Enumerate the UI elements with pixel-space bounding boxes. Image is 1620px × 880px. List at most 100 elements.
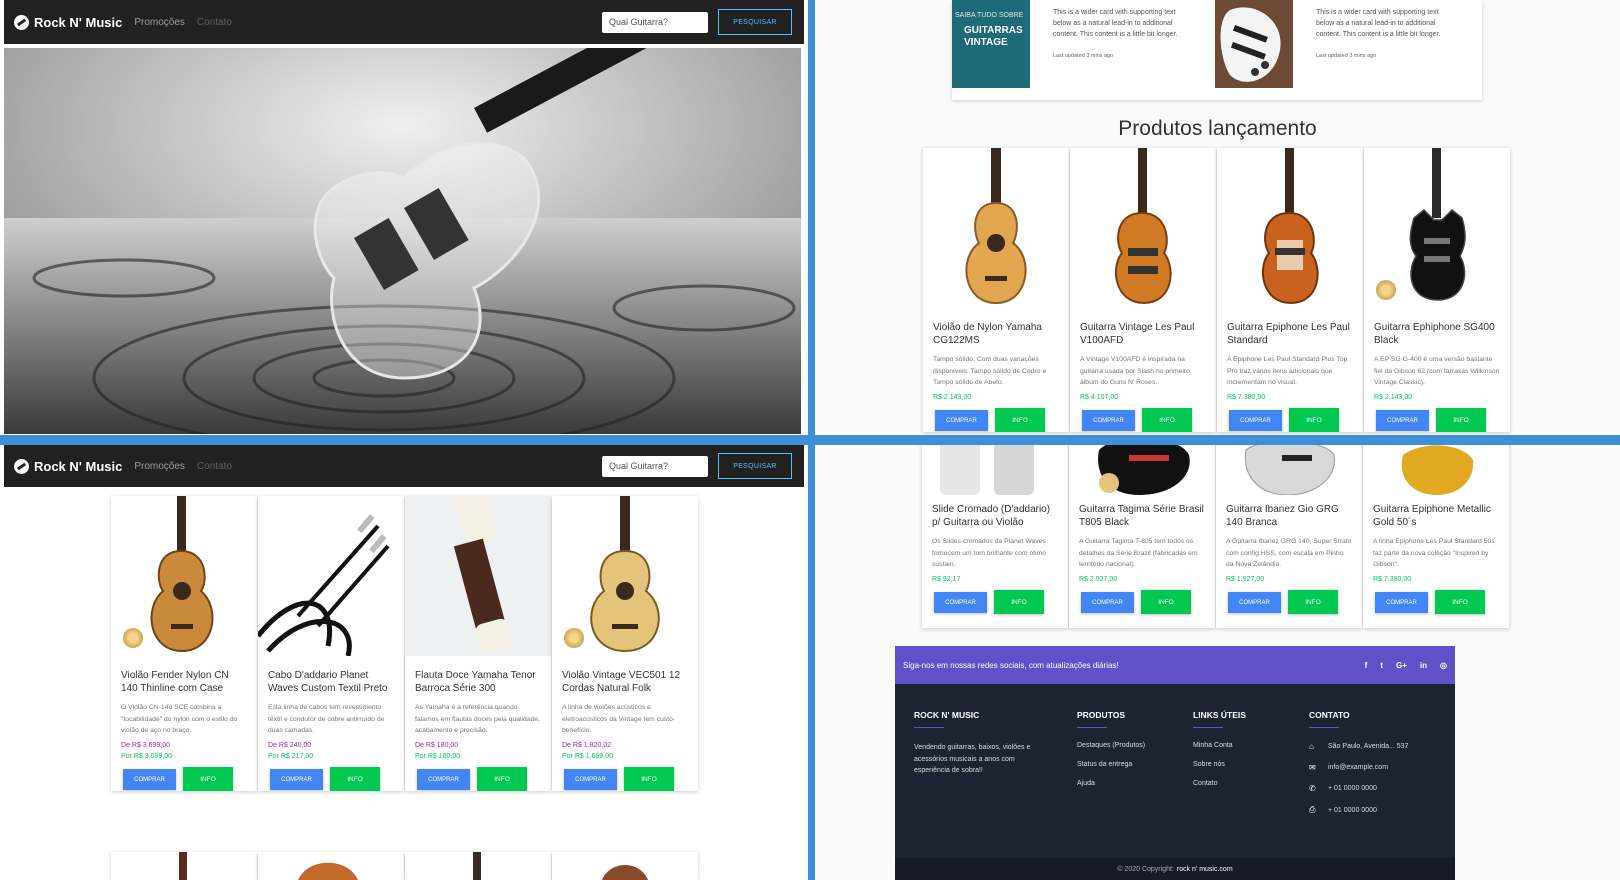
- nav-link-contato[interactable]: Contato: [197, 461, 232, 472]
- info-button[interactable]: INFO: [1289, 408, 1339, 432]
- product-price: R$ 7.380,00: [1227, 394, 1266, 401]
- footer-divider: [1193, 727, 1223, 728]
- product-card: Flauta Doce Yamaha Tenor Barroca Série 3…: [405, 496, 551, 791]
- info-button[interactable]: INFO: [1288, 590, 1338, 614]
- wide-card[interactable]: This is a wider card with supporting tex…: [1215, 0, 1478, 100]
- footer-link[interactable]: Ajuda: [1077, 780, 1145, 787]
- product-name[interactable]: Violão Fender Nylon CN 140 Thinline com …: [121, 669, 247, 696]
- product-price: R$ 7.380,00: [1373, 576, 1412, 583]
- wide-card[interactable]: SAIBA TUDO SOBRE GUITARRAS VINTAGE This …: [952, 0, 1215, 100]
- info-button[interactable]: INFO: [477, 767, 527, 791]
- buy-button[interactable]: COMPRAR: [1229, 410, 1282, 431]
- brand[interactable]: Rock N' Music: [14, 458, 123, 474]
- info-button[interactable]: INFO: [1142, 408, 1192, 432]
- footer-about-text: Vendendo guitarras, baixos, violões e ac…: [914, 744, 1031, 774]
- info-button[interactable]: INFO: [1435, 590, 1485, 614]
- product-price: Por R$ 160,00: [415, 753, 461, 760]
- footer-divider: [914, 727, 944, 728]
- social-text: Siga-nos em nossas redes sociais, com at…: [903, 660, 1119, 670]
- quadrant-footer: Slide Cromado (D'addario) p/ Guitarra ou…: [815, 445, 1620, 880]
- info-button[interactable]: INFO: [1436, 408, 1486, 432]
- product-price: R$ 4.107,00: [1080, 394, 1119, 401]
- nav-link-promocoes[interactable]: Promoções: [134, 461, 185, 472]
- footer-link[interactable]: Sobre nós: [1193, 761, 1246, 768]
- product-card: Guitarra Tagima Série Brasil T805 Black …: [1069, 445, 1215, 628]
- search-button[interactable]: PESQUISAR: [718, 453, 792, 479]
- brand-label: Rock N' Music: [34, 14, 123, 30]
- product-price: Por R$ 217,00: [268, 753, 314, 760]
- product-image-les-paul-standard: [1261, 148, 1319, 305]
- phone-icon: ✆: [1309, 784, 1316, 793]
- buy-button[interactable]: COMPRAR: [1081, 592, 1134, 613]
- guitar-body-photo: [1215, 0, 1293, 88]
- buy-button[interactable]: COMPRAR: [270, 769, 323, 790]
- product-name[interactable]: Slide Cromado (D'addario) p/ Guitarra ou…: [932, 503, 1058, 530]
- product-name[interactable]: Guitarra Tagima Série Brasil T805 Black: [1079, 503, 1205, 530]
- buy-button[interactable]: COMPRAR: [417, 769, 470, 790]
- instagram-icon[interactable]: ◎: [1440, 661, 1447, 670]
- google-plus-icon[interactable]: G+: [1396, 661, 1407, 670]
- product-description: A linha de violões acústicos e eletroacú…: [562, 704, 676, 734]
- search-button[interactable]: PESQUISAR: [718, 9, 792, 35]
- wide-card-updated: Last updated 3 mins ago: [1053, 53, 1114, 59]
- product-description: A Guitarra Tagima T-805 tem todos os det…: [1079, 538, 1198, 568]
- product-description: Tampo sólido. Com duas variações disponí…: [933, 356, 1047, 386]
- info-button[interactable]: INFO: [330, 767, 380, 791]
- product-price: Por R$ 3.099,00: [121, 753, 172, 760]
- buy-button[interactable]: COMPRAR: [564, 769, 617, 790]
- product-name[interactable]: Guitarra Ephiphone SG400 Black: [1374, 321, 1500, 348]
- product-name[interactable]: Flauta Doce Yamaha Tenor Barroca Série 3…: [415, 669, 541, 696]
- footer-contact-item: ⎙ + 01 0000 0000: [1309, 805, 1408, 815]
- product-name[interactable]: Cabo D'addario Planet Waves Custom Texti…: [268, 669, 394, 696]
- quadrant-hero: Rock N' Music Promoções Contato Qual Gui…: [0, 0, 808, 435]
- info-button[interactable]: INFO: [624, 767, 674, 791]
- footer-link[interactable]: Status da entrega: [1077, 761, 1145, 768]
- wide-card-updated: Last updated 3 mins ago: [1316, 53, 1377, 59]
- brand-label: Rock N' Music: [34, 458, 123, 474]
- facebook-icon[interactable]: f: [1365, 661, 1368, 670]
- search-input[interactable]: Qual Guitarra?: [602, 11, 708, 33]
- copyright-prefix: © 2020 Copyright:: [1117, 865, 1174, 873]
- brand[interactable]: Rock N' Music: [14, 14, 123, 30]
- copyright-site-link[interactable]: rock n' music.com: [1177, 866, 1233, 873]
- product-name[interactable]: Guitarra Epiphone Metallic Gold 50´s: [1373, 503, 1499, 530]
- product-card: Slide Cromado (D'addario) p/ Guitarra ou…: [922, 445, 1068, 628]
- search-input[interactable]: Qual Guitarra?: [602, 455, 708, 477]
- product-card-partial: [111, 852, 257, 880]
- printer-icon: ⎙: [1309, 805, 1316, 814]
- buy-button[interactable]: COMPRAR: [123, 769, 176, 790]
- info-button[interactable]: INFO: [994, 590, 1044, 614]
- product-name[interactable]: Guitarra Ibanez Gio GRG 140 Branca: [1226, 503, 1352, 530]
- footer-contact-item: ⌂ São Paulo, Avenida... 537: [1309, 742, 1408, 751]
- wide-card-text: This is a wider card with supporting tex…: [1053, 9, 1178, 38]
- home-icon: ⌂: [1309, 742, 1314, 751]
- nav-link-promocoes[interactable]: Promoções: [134, 17, 185, 28]
- buy-button[interactable]: COMPRAR: [1228, 592, 1281, 613]
- product-name[interactable]: Guitarra Vintage Les Paul V100AFD: [1080, 321, 1206, 348]
- buy-button[interactable]: COMPRAR: [935, 410, 988, 431]
- twitter-icon[interactable]: t: [1380, 661, 1383, 670]
- linkedin-icon[interactable]: in: [1420, 661, 1427, 670]
- product-price: R$ 2.143,00: [933, 394, 972, 401]
- info-button[interactable]: INFO: [1141, 590, 1191, 614]
- product-name[interactable]: Violão Vintage VEC501 12 Cordas Natural …: [562, 669, 688, 696]
- info-button[interactable]: INFO: [995, 408, 1045, 432]
- footer-email[interactable]: info@example.com: [1328, 764, 1388, 771]
- buy-button[interactable]: COMPRAR: [934, 592, 987, 613]
- info-button[interactable]: INFO: [183, 767, 233, 791]
- product-description: A Epiphone Les Paul Standard Plus Top Pr…: [1227, 356, 1348, 386]
- footer-useful-title: LINKS ÚTEIS: [1193, 710, 1246, 720]
- buy-button[interactable]: COMPRAR: [1375, 592, 1428, 613]
- footer-link[interactable]: Minha Conta: [1193, 742, 1246, 749]
- footer-link[interactable]: Destaques (Produtos): [1077, 742, 1145, 749]
- product-price: Por R$ 1.699,00: [562, 753, 613, 760]
- product-price: R$ 92,17: [932, 576, 961, 583]
- buy-button[interactable]: COMPRAR: [1376, 410, 1429, 431]
- seal-badge-icon: [1376, 280, 1396, 300]
- buy-button[interactable]: COMPRAR: [1082, 410, 1135, 431]
- footer-link[interactable]: Contato: [1193, 780, 1246, 787]
- nav-link-contato[interactable]: Contato: [197, 17, 232, 28]
- social-bar: Siga-nos em nossas redes sociais, com at…: [895, 646, 1455, 684]
- product-name[interactable]: Guitarra Epiphone Les Paul Standard: [1227, 321, 1353, 348]
- product-name[interactable]: Violão de Nylon Yamaha CG122MS: [933, 321, 1059, 348]
